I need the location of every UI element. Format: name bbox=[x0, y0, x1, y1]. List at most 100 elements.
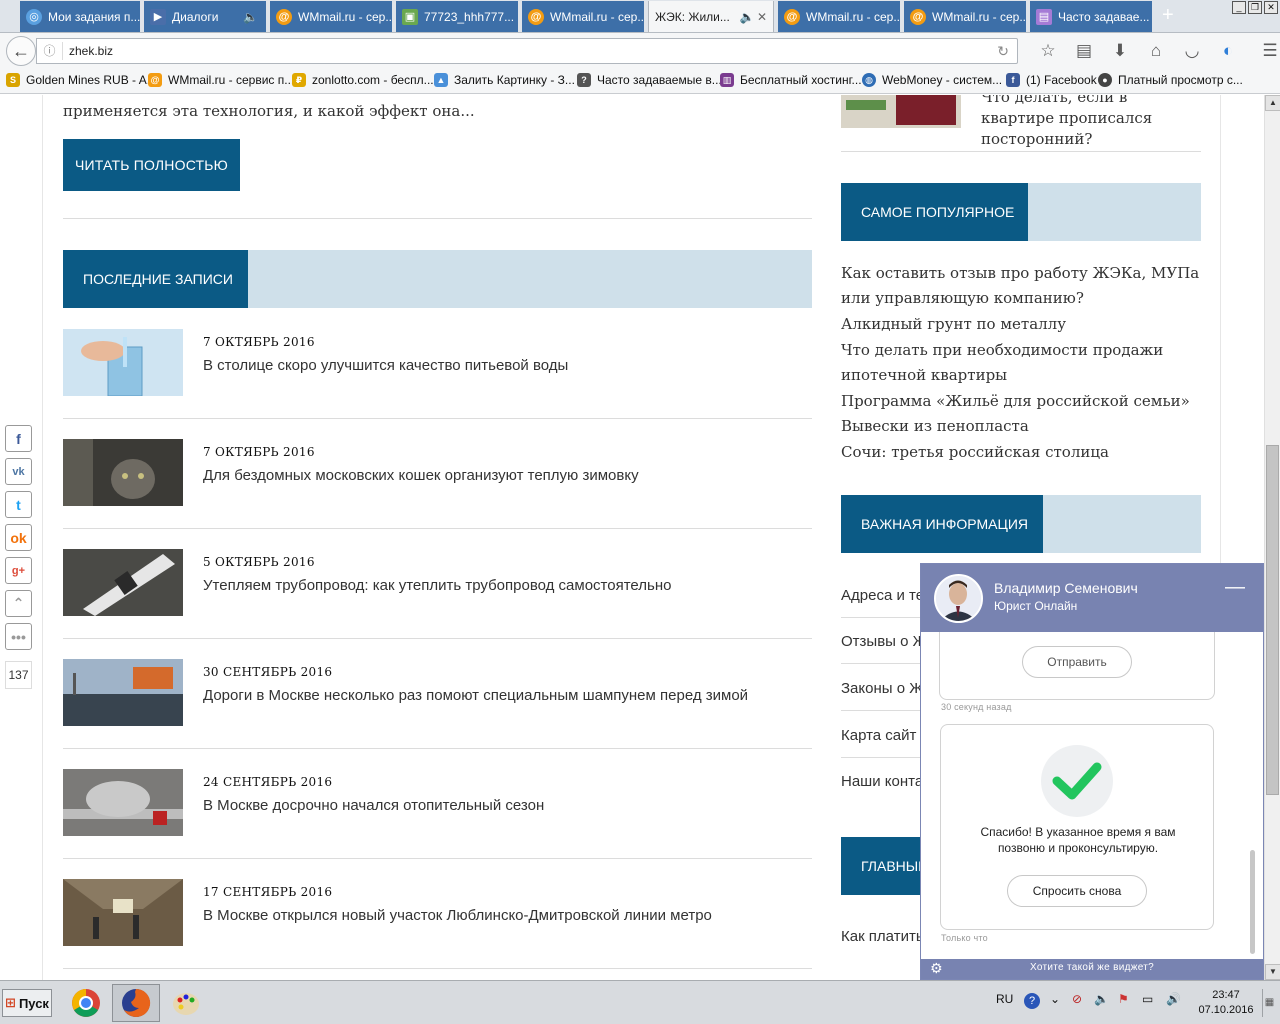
start-button[interactable]: ⊞ Пуск bbox=[2, 989, 52, 1017]
sidebar-article-title[interactable]: Что делать, если в квартире прописался п… bbox=[981, 95, 1201, 150]
tab-active[interactable]: ЖЭК: Жили... 🔈 ✕ bbox=[648, 1, 774, 32]
post-item[interactable]: 17 СЕНТЯБРЬ 2016 В Москве открылся новый… bbox=[63, 879, 812, 980]
popular-link[interactable]: Что делать при необходимости продажи ипо… bbox=[841, 338, 1171, 388]
star-icon[interactable]: ☆ bbox=[1030, 41, 1066, 61]
url-bar[interactable]: ⓘ zhek.biz ↻ bbox=[36, 38, 1018, 64]
clock[interactable]: 23:47 07.10.2016 bbox=[1196, 988, 1256, 1018]
bookmark[interactable]: ? Часто задаваемые в... bbox=[577, 73, 722, 87]
new-tab-button[interactable]: + bbox=[1162, 4, 1174, 27]
close-icon[interactable]: ✕ bbox=[757, 10, 767, 24]
tab-4[interactable]: ▣ 77723_hhh777... bbox=[396, 1, 518, 32]
sync-icon[interactable]: ◐ bbox=[1210, 41, 1246, 61]
ask-again-button[interactable]: Спросить снова bbox=[1007, 875, 1147, 907]
post-item[interactable]: 7 ОКТЯБРЬ 2016 В столице скоро улучшится… bbox=[63, 329, 812, 439]
tray-expand-icon[interactable]: ⌄ bbox=[1050, 992, 1060, 1006]
main-link[interactable]: Как платить bbox=[841, 928, 924, 945]
read-more-button[interactable]: ЧИТАТЬ ПОЛНОСТЬЮ bbox=[63, 139, 240, 191]
popular-link[interactable]: Как оставить отзыв про работу ЖЭКа, МУПа… bbox=[841, 261, 1201, 311]
restore-icon[interactable]: ❐ bbox=[1248, 1, 1262, 14]
post-thumbnail[interactable] bbox=[63, 439, 183, 506]
post-item[interactable]: 5 ОКТЯБРЬ 2016 Утепляем трубопровод: как… bbox=[63, 549, 812, 659]
scroll-down-icon[interactable]: ▼ bbox=[1265, 964, 1280, 980]
chat-messages[interactable]: Отправить 30 секунд назад Спасибо! В ука… bbox=[921, 632, 1263, 959]
twitter-share-button[interactable]: t bbox=[5, 491, 32, 518]
bookmark[interactable]: S Golden Mines RUB - A... bbox=[6, 73, 157, 87]
tab-1[interactable]: ◎ Мои задания п... bbox=[20, 1, 140, 32]
tab-9[interactable]: ▤ Часто задавае... bbox=[1030, 1, 1152, 32]
bookmark[interactable]: ◍ WebMoney - систем... bbox=[862, 73, 1002, 87]
minimize-icon[interactable]: — bbox=[1225, 576, 1245, 599]
post-title[interactable]: Утепляем трубопровод: как утеплить трубо… bbox=[203, 577, 671, 594]
reload-icon[interactable]: ↻ bbox=[997, 43, 1009, 60]
page-scrollbar[interactable]: ▲ ▼ bbox=[1264, 95, 1280, 980]
more-share-button[interactable]: ••• bbox=[5, 623, 32, 650]
tab-7[interactable]: @ WMmail.ru - сер... bbox=[778, 1, 900, 32]
important-link[interactable]: Карта сайт bbox=[841, 727, 916, 744]
minimize-icon[interactable]: _ bbox=[1232, 1, 1246, 14]
post-thumbnail[interactable] bbox=[63, 879, 183, 946]
chrome-app[interactable] bbox=[62, 984, 110, 1022]
home-icon[interactable]: ⌂ bbox=[1138, 41, 1174, 61]
bookmark[interactable]: f (1) Facebook bbox=[1006, 73, 1097, 87]
tab-5[interactable]: @ WMmail.ru - сер... bbox=[522, 1, 644, 32]
network-icon[interactable]: ⊘ bbox=[1072, 992, 1082, 1006]
send-button[interactable]: Отправить bbox=[1022, 646, 1132, 678]
speaker-icon[interactable]: 🔈 bbox=[243, 10, 258, 24]
language-indicator[interactable]: RU bbox=[996, 992, 1013, 1006]
vk-share-button[interactable]: vk bbox=[5, 458, 32, 485]
post-thumbnail[interactable] bbox=[63, 769, 183, 836]
post-item[interactable]: 7 ОКТЯБРЬ 2016 Для бездомных московских … bbox=[63, 439, 812, 549]
url-text[interactable]: zhek.biz bbox=[63, 44, 113, 58]
chat-header[interactable]: Владимир Семенович Юрист Онлайн — bbox=[921, 564, 1263, 632]
chat-scrollbar[interactable] bbox=[1250, 850, 1255, 954]
post-thumbnail[interactable] bbox=[63, 659, 183, 726]
widget-promo-link[interactable]: Хотите такой же виджет? bbox=[921, 962, 1263, 973]
menu-icon[interactable]: ☰ bbox=[1252, 41, 1280, 61]
post-title[interactable]: Дороги в Москве несколько раз помоют спе… bbox=[203, 687, 748, 704]
back-button[interactable]: ← bbox=[6, 36, 36, 66]
post-title[interactable]: Для бездомных московских кошек организую… bbox=[203, 467, 639, 484]
facebook-share-button[interactable]: f bbox=[5, 425, 32, 452]
important-link[interactable]: Адреса и те bbox=[841, 587, 924, 604]
show-desktop-button[interactable]: ▦ bbox=[1262, 989, 1276, 1017]
post-title[interactable]: В Москве открылся новый участок Люблинск… bbox=[203, 907, 712, 924]
firefox-app[interactable] bbox=[112, 984, 160, 1022]
info-icon[interactable]: ⓘ bbox=[37, 42, 63, 60]
reading-list-icon[interactable]: ▤ bbox=[1066, 41, 1102, 61]
display-icon[interactable]: ▭ bbox=[1142, 992, 1153, 1006]
tab-3[interactable]: @ WMmail.ru - сер... bbox=[270, 1, 392, 32]
post-thumbnail[interactable] bbox=[63, 329, 183, 396]
popular-link[interactable]: Алкидный грунт по металлу bbox=[841, 312, 1066, 337]
popular-link[interactable]: Сочи: третья российская столица bbox=[841, 440, 1109, 465]
bookmark[interactable]: ₽ zonlotto.com - беспл... bbox=[292, 73, 434, 87]
help-icon[interactable]: ? bbox=[1024, 993, 1040, 1009]
post-title[interactable]: В столице скоро улучшится качество питье… bbox=[203, 357, 568, 374]
volume-icon[interactable]: 🔈 bbox=[1094, 992, 1109, 1006]
post-item[interactable]: 24 СЕНТЯБРЬ 2016 В Москве досрочно начал… bbox=[63, 769, 812, 879]
pocket-icon[interactable]: ◡ bbox=[1174, 41, 1210, 61]
bookmark[interactable]: ▥ Бесплатный хостинг... bbox=[720, 73, 862, 87]
bookmark[interactable]: ● Платный просмотр с... bbox=[1098, 73, 1243, 87]
scroll-top-button[interactable]: ⌃ bbox=[5, 590, 32, 617]
paint-app[interactable] bbox=[162, 984, 210, 1022]
important-link[interactable]: Отзывы о Ж bbox=[841, 633, 926, 650]
post-title[interactable]: В Москве досрочно начался отопительный с… bbox=[203, 797, 544, 814]
scrollbar-thumb[interactable] bbox=[1266, 445, 1279, 795]
download-icon[interactable]: ⬇ bbox=[1102, 41, 1138, 61]
googleplus-share-button[interactable]: g+ bbox=[5, 557, 32, 584]
speaker-icon[interactable]: 🔊 bbox=[1166, 992, 1181, 1006]
important-link[interactable]: Наши конта bbox=[841, 773, 923, 790]
tab-2[interactable]: ▶ Диалоги 🔈 bbox=[144, 1, 266, 32]
important-link[interactable]: Законы о Ж bbox=[841, 680, 923, 697]
bookmark[interactable]: @ WMmail.ru - сервис п... bbox=[148, 73, 294, 87]
flag-icon[interactable]: ⚑ bbox=[1118, 992, 1129, 1006]
sidebar-article-thumbnail[interactable] bbox=[841, 95, 961, 128]
close-window-icon[interactable]: ✕ bbox=[1264, 1, 1278, 14]
speaker-icon[interactable]: 🔈 bbox=[740, 10, 755, 24]
post-thumbnail[interactable] bbox=[63, 549, 183, 616]
chat-widget[interactable]: Владимир Семенович Юрист Онлайн — Отправ… bbox=[920, 563, 1264, 980]
bookmark[interactable]: ▲ Залить Картинку - З... bbox=[434, 73, 575, 87]
post-item[interactable]: 30 СЕНТЯБРЬ 2016 Дороги в Москве несколь… bbox=[63, 659, 812, 769]
popular-link[interactable]: Вывески из пенопласта bbox=[841, 414, 1029, 439]
tab-8[interactable]: @ WMmail.ru - сер... bbox=[904, 1, 1026, 32]
